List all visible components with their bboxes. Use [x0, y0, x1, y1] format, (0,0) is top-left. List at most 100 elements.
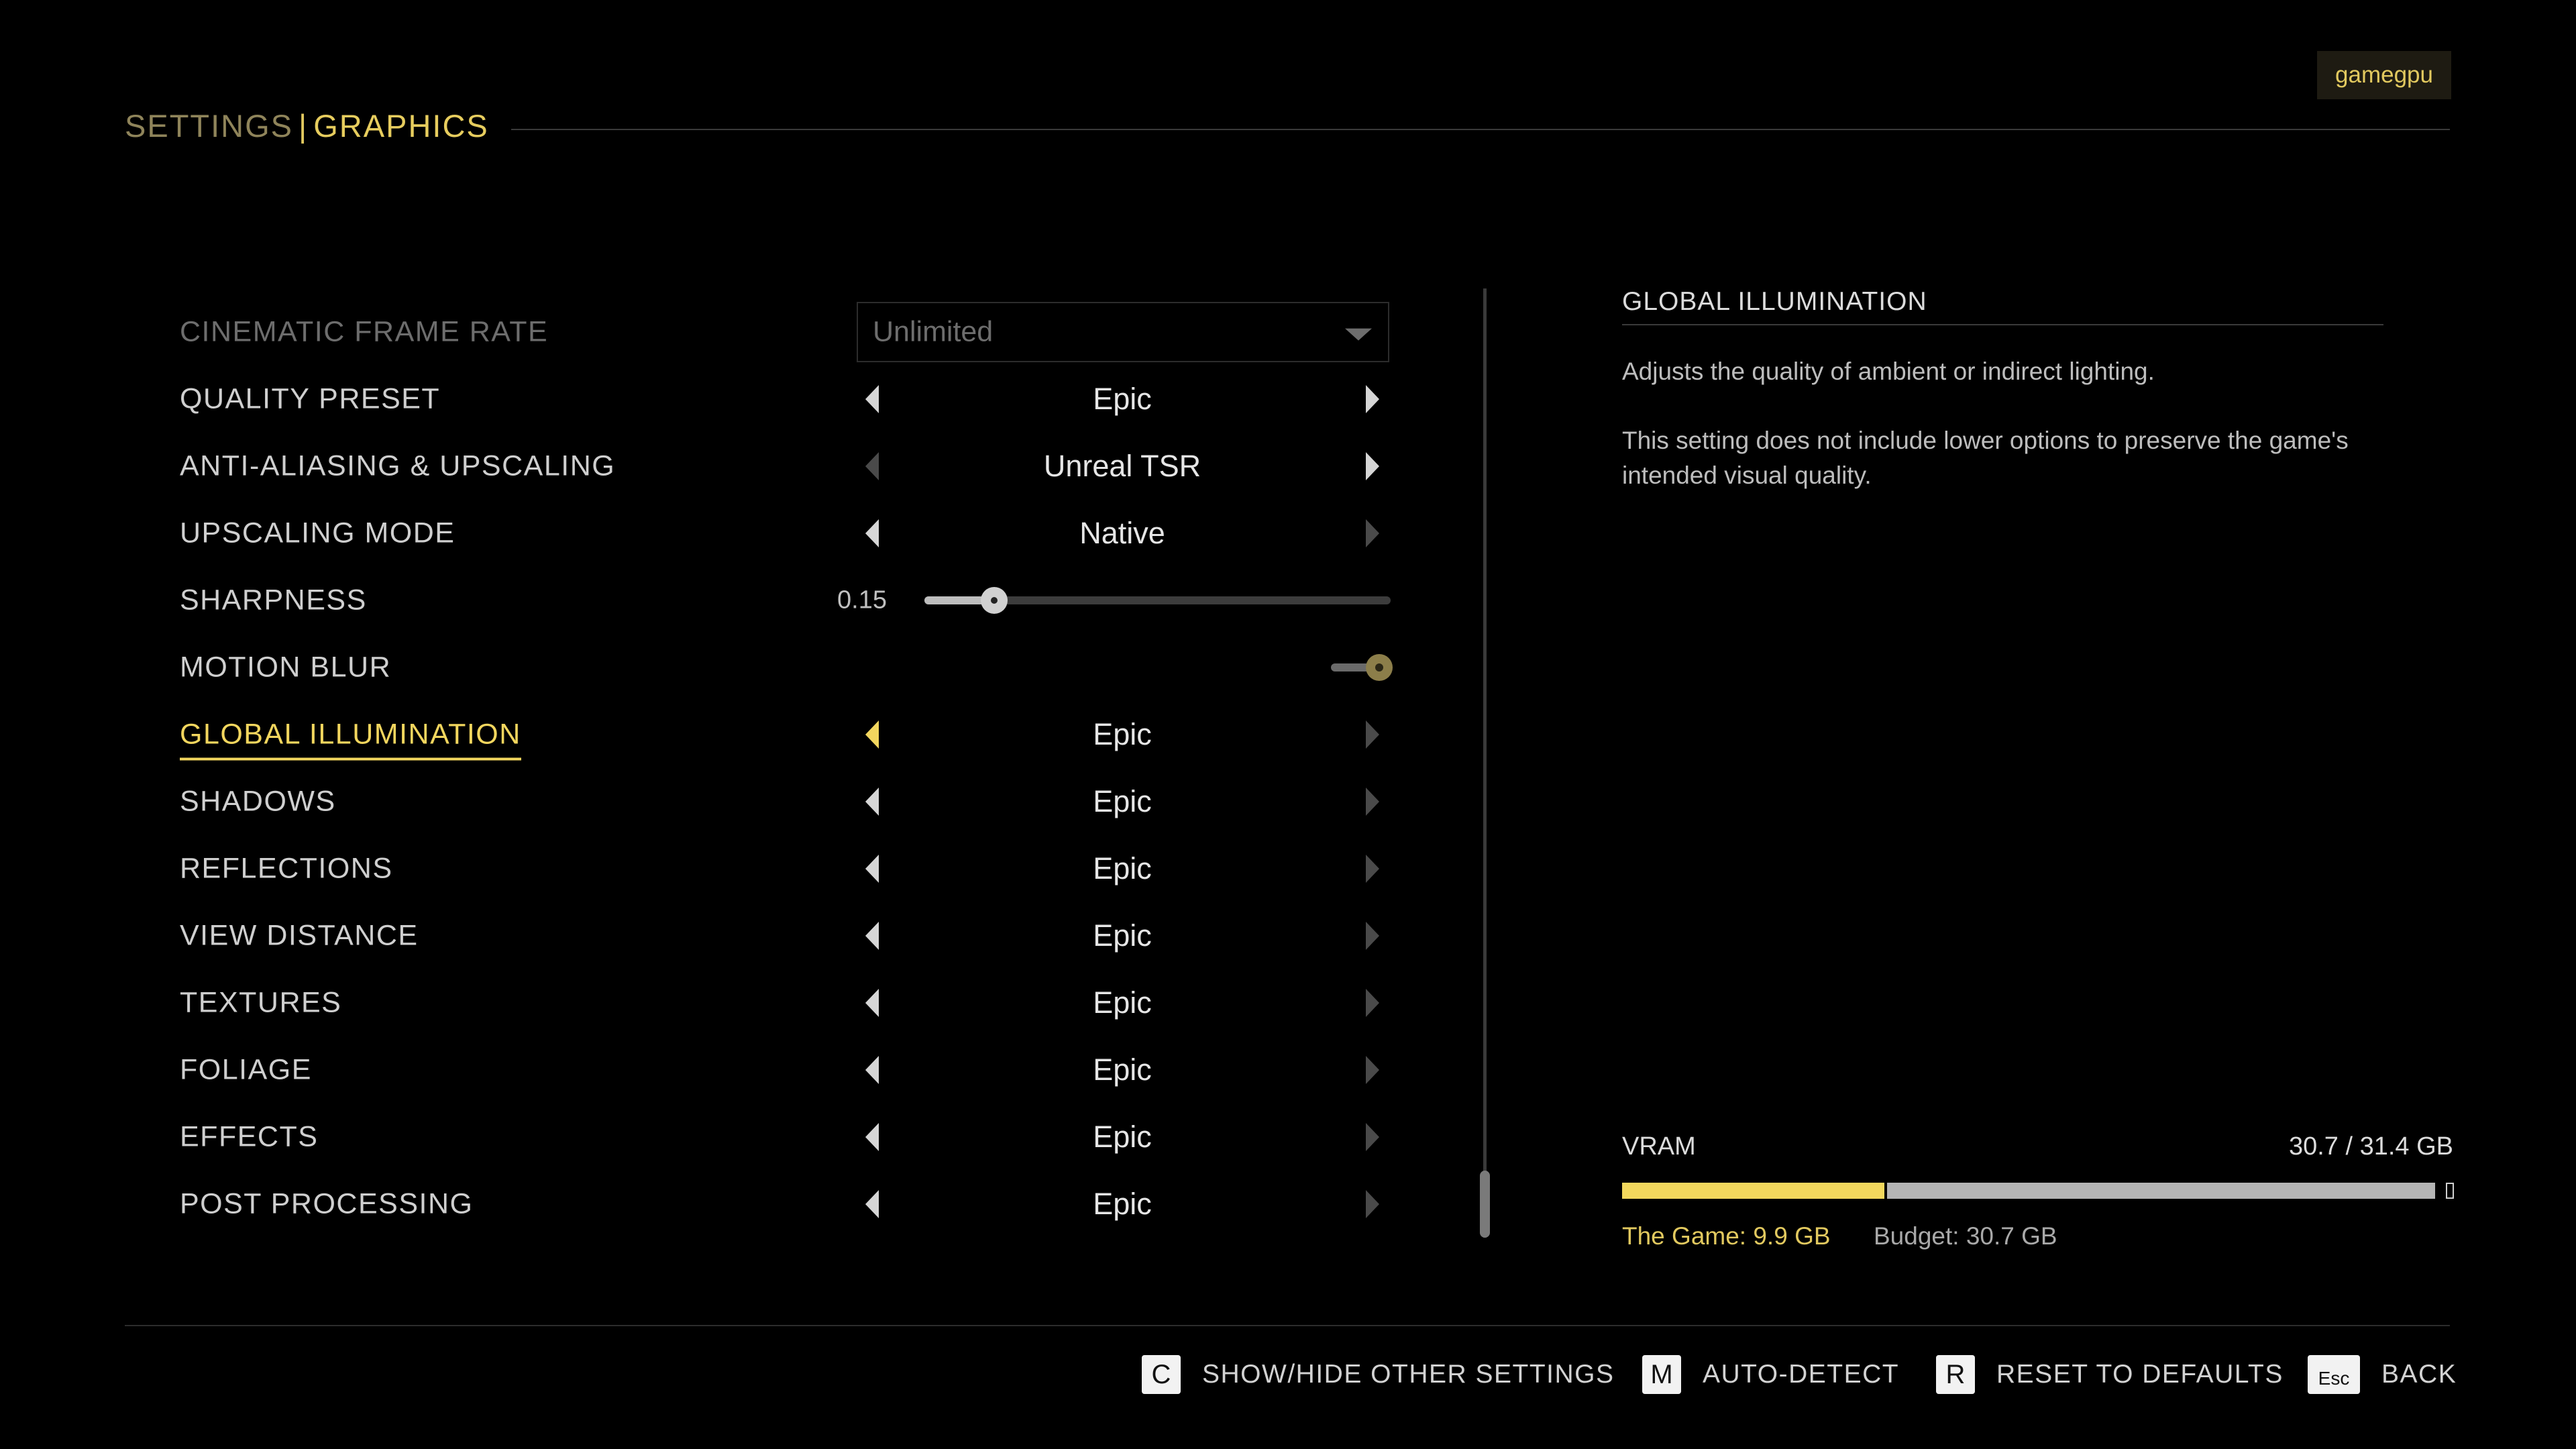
arrow-right-icon[interactable]: [1366, 788, 1379, 816]
setting-label: QUALITY PRESET: [180, 382, 441, 415]
scrollbar-thumb[interactable]: [1480, 1171, 1490, 1238]
setting-cinematic-frame-rate[interactable]: CINEMATIC FRAME RATE Unlimited: [180, 299, 1391, 366]
setting-label: POST PROCESSING: [180, 1187, 474, 1220]
setting-label: EFFECTS: [180, 1120, 319, 1153]
setting-sharpness[interactable]: SHARPNESS 0.15: [180, 567, 1391, 634]
toggle-knob: [1366, 654, 1393, 681]
setting-shadows[interactable]: SHADOWS Epic: [180, 768, 1391, 835]
global-illumination-selector: Epic: [857, 711, 1387, 758]
reset-to-defaults-button[interactable]: R RESET TO DEFAULTS: [1936, 1354, 2284, 1395]
setting-foliage[interactable]: FOLIAGE Epic: [180, 1036, 1391, 1104]
vram-budget-usage: Budget: 30.7 GB: [1874, 1222, 2057, 1250]
cinematic-frame-rate-dropdown[interactable]: Unlimited: [857, 302, 1389, 362]
selector-value: Epic: [1093, 784, 1152, 818]
setting-label: TEXTURES: [180, 986, 342, 1019]
motion-blur-toggle[interactable]: [1331, 654, 1393, 681]
setting-label: VIEW DISTANCE: [180, 919, 419, 952]
setting-label: ANTI-ALIASING & UPSCALING: [180, 449, 616, 482]
setting-upscaling-mode[interactable]: UPSCALING MODE Native: [180, 500, 1391, 567]
setting-label: MOTION BLUR: [180, 651, 392, 684]
setting-effects[interactable]: EFFECTS Epic: [180, 1104, 1391, 1171]
arrow-right-icon[interactable]: [1366, 519, 1379, 547]
arrow-right-icon[interactable]: [1366, 1190, 1379, 1218]
sharpness-value: 0.15: [837, 586, 887, 614]
graphics-settings-screen: SETTINGS | GRAPHICS gamegpu CINEMATIC FRAM…: [0, 0, 2576, 1449]
arrow-right-icon[interactable]: [1366, 1123, 1379, 1151]
setting-post-processing[interactable]: POST PROCESSING Epic: [180, 1171, 1391, 1238]
view-distance-selector: Epic: [857, 912, 1387, 959]
key-r-icon: R: [1936, 1355, 1975, 1394]
footer-label: AUTO-DETECT: [1703, 1360, 1900, 1389]
vram-capacity-marker: [2446, 1183, 2454, 1199]
sharpness-slider[interactable]: [924, 587, 1391, 614]
reflections-selector: Epic: [857, 845, 1387, 892]
arrow-right-icon[interactable]: [1366, 855, 1379, 883]
setting-label: GLOBAL ILLUMINATION: [180, 718, 521, 761]
footer-divider: [125, 1325, 2450, 1326]
textures-selector: Epic: [857, 979, 1387, 1026]
key-m-icon: M: [1642, 1355, 1681, 1394]
title-settings[interactable]: SETTINGS: [125, 108, 293, 144]
setting-motion-blur[interactable]: MOTION BLUR: [180, 634, 1393, 701]
arrow-right-icon[interactable]: [1366, 385, 1379, 413]
key-esc-icon: Esc: [2308, 1355, 2360, 1394]
selector-value: Unreal TSR: [1043, 449, 1201, 483]
arrow-right-icon[interactable]: [1366, 452, 1379, 480]
vram-label: VRAM: [1622, 1132, 1696, 1161]
quality-preset-selector: Epic: [857, 376, 1387, 423]
back-button[interactable]: Esc BACK: [2308, 1354, 2457, 1395]
header-divider: [511, 129, 2450, 130]
description-note: This setting does not include lower opti…: [1622, 427, 2349, 489]
vram-budget-segment: [1886, 1183, 2436, 1199]
slider-handle[interactable]: [981, 587, 1008, 614]
description-text: Adjusts the quality of ambient or indire…: [1622, 358, 2155, 385]
setting-label: FOLIAGE: [180, 1053, 312, 1086]
setting-label: UPSCALING MODE: [180, 517, 455, 549]
setting-label: SHADOWS: [180, 785, 336, 818]
auto-detect-button[interactable]: M AUTO-DETECT: [1642, 1354, 1899, 1395]
post-processing-selector: Epic: [857, 1181, 1387, 1228]
key-c-icon: C: [1142, 1355, 1181, 1394]
vram-total: 30.7 / 31.4 GB: [2288, 1132, 2453, 1161]
setting-anti-aliasing[interactable]: ANTI-ALIASING & UPSCALING Unreal TSR: [180, 433, 1391, 500]
setting-textures[interactable]: TEXTURES Epic: [180, 969, 1391, 1036]
title-graphics: GRAPHICS: [313, 108, 489, 144]
arrow-right-icon[interactable]: [1366, 922, 1379, 950]
setting-label: REFLECTIONS: [180, 852, 393, 885]
watermark-badge: gamegpu: [2317, 51, 2451, 99]
footer-label: SHOW/HIDE OTHER SETTINGS: [1202, 1360, 1615, 1389]
selector-value: Epic: [1093, 382, 1152, 416]
selector-value: Epic: [1093, 1053, 1152, 1087]
selector-value: Epic: [1093, 1187, 1152, 1221]
setting-quality-preset[interactable]: QUALITY PRESET Epic: [180, 366, 1391, 433]
footer-label: BACK: [2381, 1360, 2457, 1389]
upscaling-mode-selector: Native: [857, 510, 1387, 557]
selector-value: Epic: [1093, 717, 1152, 751]
setting-global-illumination[interactable]: GLOBAL ILLUMINATION Epic: [180, 701, 1391, 768]
arrow-right-icon[interactable]: [1366, 989, 1379, 1017]
footer-label: RESET TO DEFAULTS: [1996, 1360, 2284, 1389]
anti-aliasing-selector: Unreal TSR: [857, 443, 1387, 490]
foliage-selector: Epic: [857, 1046, 1387, 1093]
vram-game-usage: The Game: 9.9 GB: [1622, 1222, 1831, 1250]
setting-label: SHARPNESS: [180, 584, 367, 616]
setting-view-distance[interactable]: VIEW DISTANCE Epic: [180, 902, 1391, 969]
shadows-selector: Epic: [857, 778, 1387, 825]
show-hide-other-settings-button[interactable]: C SHOW/HIDE OTHER SETTINGS: [1142, 1354, 1615, 1395]
selector-value: Epic: [1093, 985, 1152, 1020]
effects-selector: Epic: [857, 1114, 1387, 1161]
vram-game-segment: [1622, 1183, 1884, 1199]
dropdown-value: Unlimited: [873, 315, 994, 348]
selector-value: Epic: [1093, 1120, 1152, 1154]
selector-value: Epic: [1093, 918, 1152, 953]
page-title: SETTINGS | GRAPHICS: [125, 107, 489, 144]
arrow-right-icon[interactable]: [1366, 1056, 1379, 1084]
setting-reflections[interactable]: REFLECTIONS Epic: [180, 835, 1391, 902]
description-divider: [1622, 324, 2383, 325]
selector-value: Native: [1079, 516, 1165, 550]
description-title: GLOBAL ILLUMINATION: [1622, 287, 1927, 316]
arrow-right-icon[interactable]: [1366, 720, 1379, 749]
settings-scrollbar[interactable]: [1483, 288, 1487, 1238]
setting-label: CINEMATIC FRAME RATE: [180, 315, 549, 348]
selector-value: Epic: [1093, 851, 1152, 885]
